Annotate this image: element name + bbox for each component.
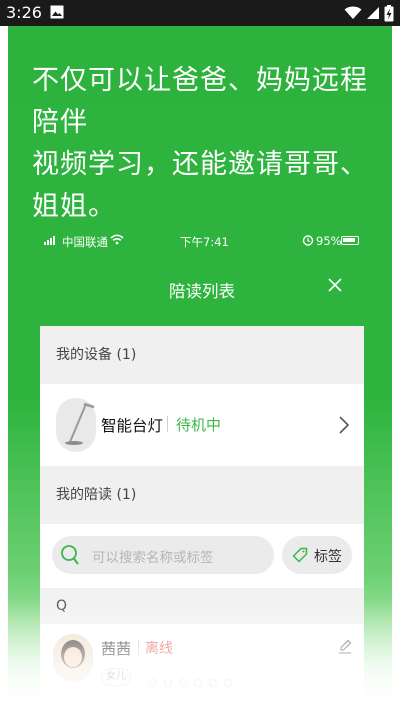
- member-tag: 女儿: [101, 668, 131, 686]
- phone-status-bar: 中国联通 下午7:41 95%: [40, 228, 364, 254]
- member-status: 离线: [145, 641, 173, 657]
- reading-list-panel: 我的设备 (1) 智能台灯 待机中 我的陪读 (1) 可以搜索名称或标签 标签 …: [40, 326, 364, 711]
- search-input[interactable]: 可以搜索名称或标签: [52, 536, 274, 574]
- poster-headline: 不仅可以让爸爸、妈妈远程陪伴 视频学习，还能邀请哥哥、姐姐。: [32, 60, 392, 228]
- phone-time: 下午7:41: [180, 235, 229, 249]
- my-devices-header: 我的设备 (1): [40, 326, 364, 384]
- edit-icon[interactable]: [338, 638, 352, 654]
- system-indicators: [344, 4, 394, 22]
- close-icon[interactable]: [322, 272, 348, 298]
- wifi-icon: [344, 6, 362, 19]
- device-status: 待机中: [176, 416, 222, 434]
- system-status-bar: 3:26: [0, 0, 400, 26]
- page-title: 陪读列表: [169, 282, 235, 301]
- index-letter: Q: [40, 588, 364, 624]
- page-dot[interactable]: [165, 680, 171, 686]
- divider: [138, 640, 139, 655]
- my-reading-header: 我的陪读 (1): [40, 466, 364, 524]
- system-time: 3:26: [6, 3, 42, 22]
- search-row: 可以搜索名称或标签 标签: [40, 524, 364, 588]
- nav-bar: 陪读列表: [40, 254, 364, 326]
- battery-charging-icon: [384, 4, 394, 21]
- member-name: 茜茜: [101, 640, 132, 658]
- gallery-icon: [50, 5, 64, 19]
- page-indicator: [150, 680, 231, 686]
- signal-icon: [367, 7, 379, 19]
- tag-filter-button[interactable]: 标签: [282, 536, 352, 574]
- battery-icon: [341, 236, 359, 245]
- page-dot[interactable]: [225, 680, 231, 686]
- wifi-icon: [110, 234, 124, 245]
- phone-carrier: 中国联通: [62, 235, 108, 249]
- alarm-icon: [302, 235, 314, 246]
- page-dot[interactable]: [210, 680, 216, 686]
- tag-button-label: 标签: [314, 549, 342, 565]
- headline-line-1: 不仅可以让爸爸、妈妈远程陪伴: [32, 65, 368, 138]
- device-item[interactable]: 智能台灯 待机中: [40, 384, 364, 466]
- avatar: [53, 634, 93, 682]
- search-placeholder: 可以搜索名称或标签: [92, 550, 214, 566]
- phone-battery-percent: 95%: [316, 234, 342, 248]
- device-thumbnail: [56, 398, 96, 452]
- page-dot[interactable]: [195, 680, 201, 686]
- cell-signal-icon: [44, 236, 55, 245]
- device-name: 智能台灯: [101, 417, 164, 435]
- headline-line-2: 视频学习，还能邀请哥哥、姐姐。: [32, 149, 368, 222]
- chevron-right-icon[interactable]: [338, 415, 350, 435]
- tag-icon: [292, 547, 308, 563]
- lamp-icon: [65, 402, 95, 445]
- phone-screenshot: 中国联通 下午7:41 95% 陪读列表 我的设备 (1) 智能台灯 待机中 我…: [40, 228, 364, 711]
- page-dot[interactable]: [150, 680, 156, 686]
- page-dot[interactable]: [180, 680, 186, 686]
- divider: [167, 416, 168, 432]
- search-icon: [61, 545, 79, 565]
